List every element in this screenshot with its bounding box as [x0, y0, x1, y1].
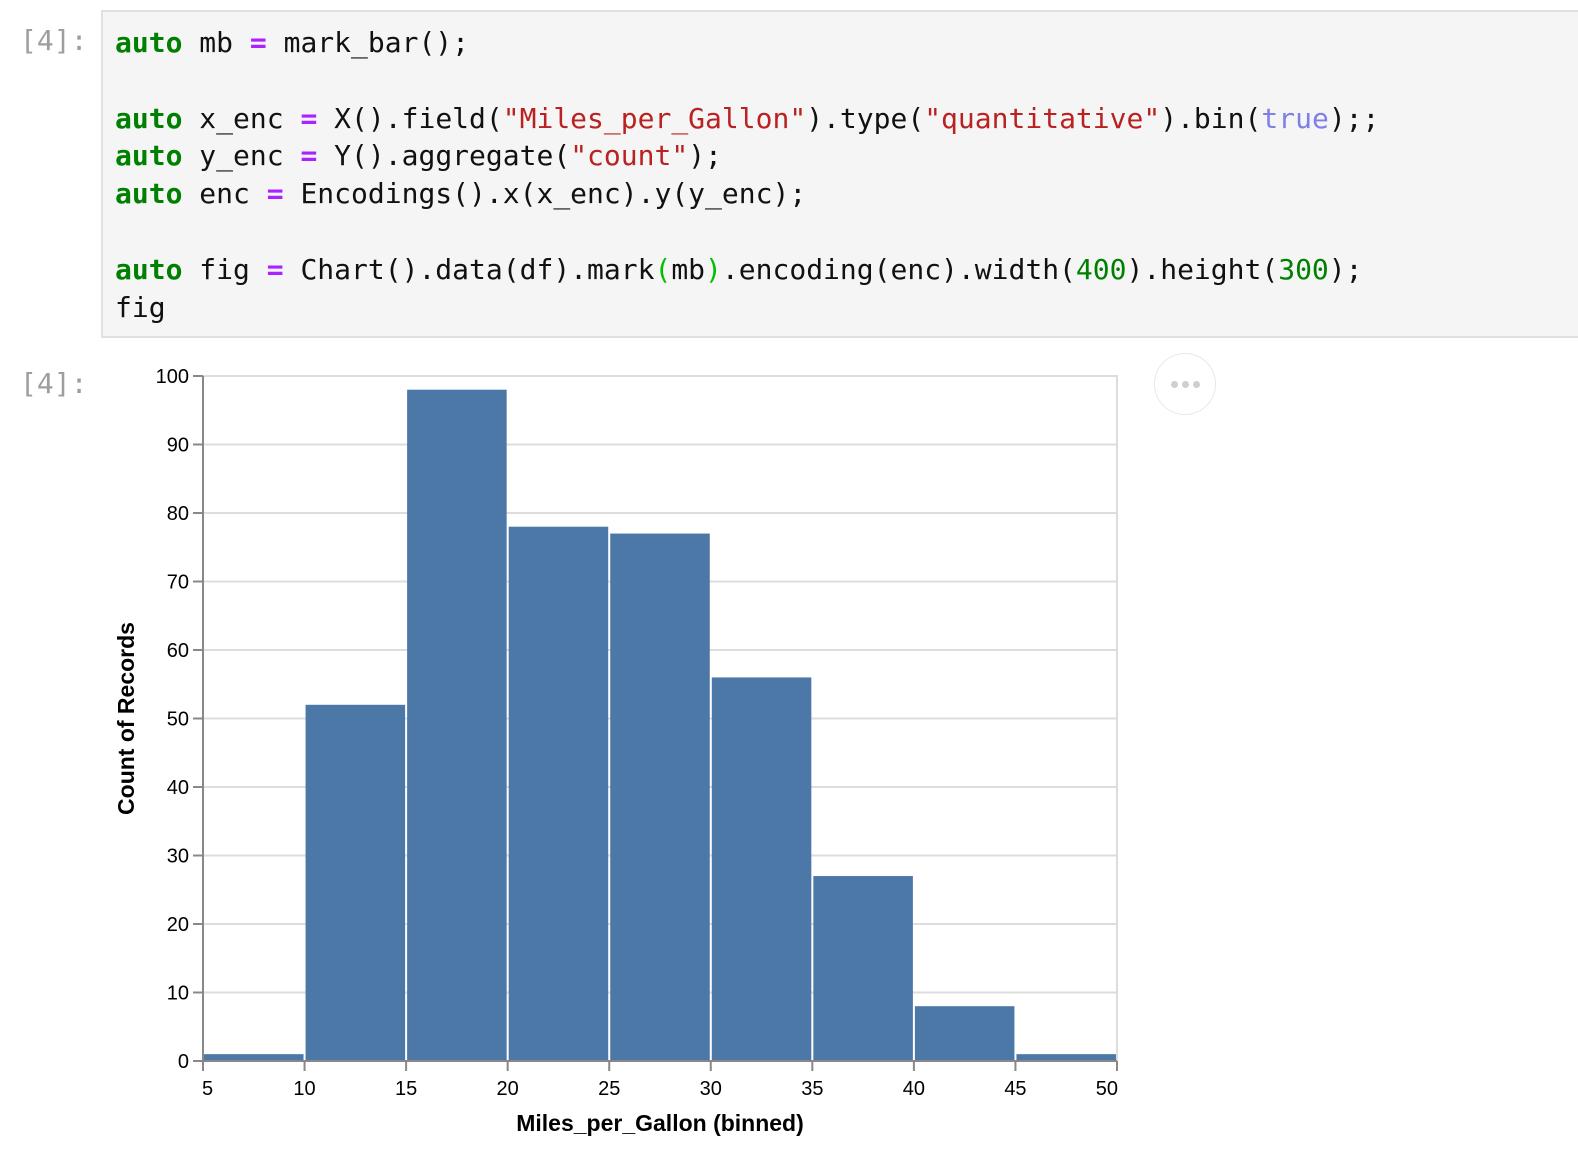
bar [508, 526, 609, 1061]
ellipsis-dot [1170, 380, 1178, 388]
x-axis-title: Miles_per_Gallon (binned) [516, 1110, 804, 1136]
y-tick-label: 80 [167, 503, 189, 525]
bar [407, 389, 507, 1061]
ellipsis-dot [1181, 380, 1189, 388]
bar [1016, 1054, 1116, 1061]
bar [711, 677, 812, 1061]
bar [610, 533, 710, 1061]
histogram-chart: 0 10 20 30 40 50 60 70 80 90 100 5 10 15 20 25 30 35 40 45 5… [113, 366, 1118, 1136]
bar [204, 1054, 304, 1061]
bar [813, 876, 913, 1061]
y-tick-label: 20 [167, 914, 189, 936]
y-tick-label: 100 [156, 366, 189, 388]
x-tick-label: 15 [395, 1078, 417, 1100]
x-tick-label: 45 [1004, 1078, 1026, 1100]
y-tick-label: 90 [167, 435, 189, 457]
x-tick-label: 40 [903, 1078, 925, 1100]
y-tick-label: 30 [167, 846, 189, 868]
bar [914, 1006, 1015, 1061]
bar [305, 704, 406, 1061]
y-tick-label: 60 [167, 640, 189, 662]
x-tick-label: 20 [497, 1078, 519, 1100]
y-tick-label: 70 [167, 572, 189, 594]
x-tick-label: 25 [598, 1078, 620, 1100]
y-tick-label: 50 [167, 709, 189, 731]
x-tick-label: 30 [700, 1078, 722, 1100]
x-tick-label: 10 [293, 1078, 315, 1100]
y-tick-label: 0 [178, 1051, 189, 1073]
x-tick-label: 50 [1096, 1078, 1118, 1100]
ellipsis-icon[interactable] [1154, 353, 1216, 415]
ellipsis-dot [1192, 380, 1200, 388]
y-tick-label: 10 [167, 983, 189, 1005]
x-tick-label: 5 [202, 1078, 213, 1100]
y-tick-label: 40 [167, 777, 189, 799]
y-axis-title: Count of Records [113, 622, 139, 815]
x-tick-label: 35 [801, 1078, 823, 1100]
